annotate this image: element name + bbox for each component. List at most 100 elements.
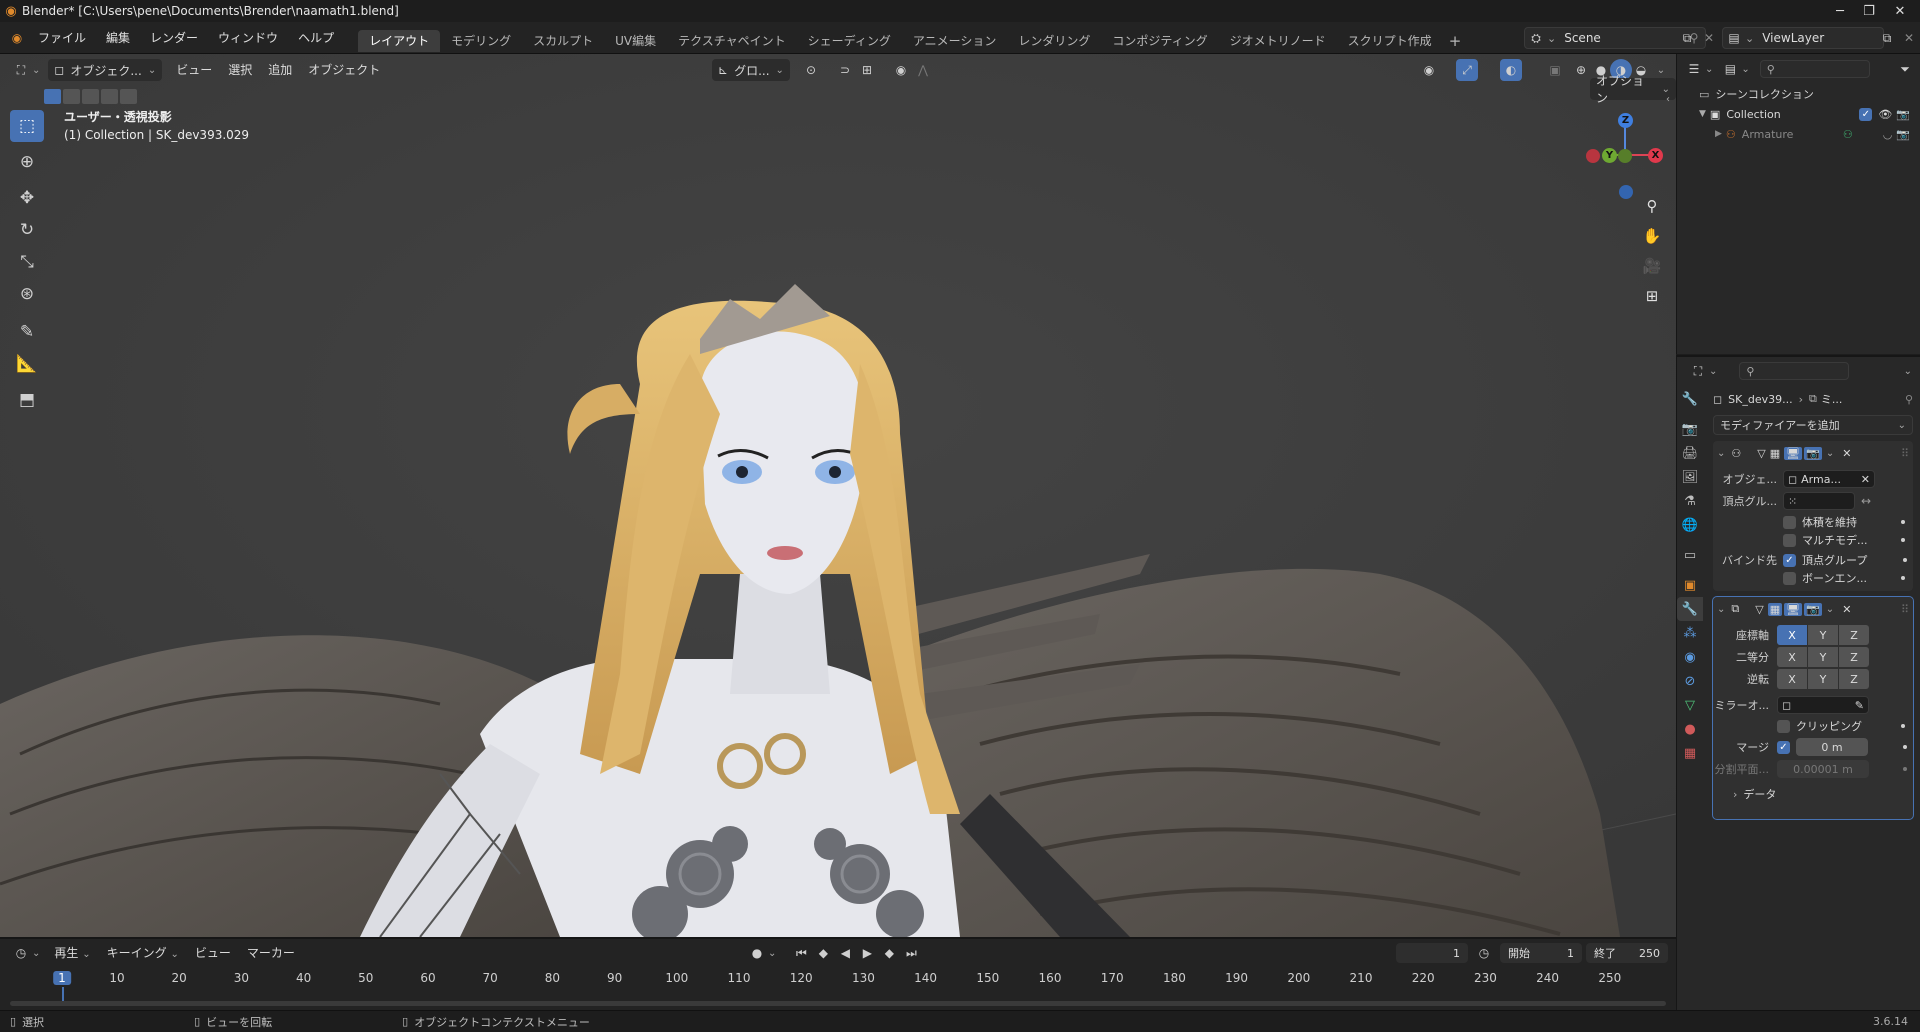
preserve-volume-checkbox[interactable] xyxy=(1783,515,1796,529)
invert-icon[interactable]: ↔ xyxy=(1861,494,1871,508)
navigation-gizmo[interactable]: Z X Y xyxy=(1580,110,1670,200)
viewport-toggle-icon[interactable]: 🖥 xyxy=(1784,446,1803,460)
timeline-scrollbar[interactable] xyxy=(10,1001,1666,1006)
display-mode-icon[interactable]: ▤ xyxy=(1719,58,1741,80)
current-frame-indicator[interactable]: 1 xyxy=(53,971,71,985)
falloff-icon[interactable]: ⋀ xyxy=(912,59,934,81)
new-scene-icon[interactable]: ⧉ xyxy=(1676,27,1698,49)
outliner-search-input[interactable]: ⚲ xyxy=(1759,60,1870,78)
tab-modeling[interactable]: モデリング xyxy=(440,30,522,52)
cage-toggle-icon[interactable]: ▦ xyxy=(1770,447,1780,460)
material-tab-icon[interactable]: ● xyxy=(1677,717,1703,741)
camera-view-icon[interactable]: 🎥 xyxy=(1638,252,1666,280)
scene-tab-icon[interactable]: ⚗ xyxy=(1677,489,1703,513)
select-new-icon[interactable] xyxy=(44,88,61,104)
breadcrumb-object[interactable]: SK_dev39... xyxy=(1728,393,1792,406)
annotate-tool-icon[interactable]: ✎ xyxy=(10,316,44,348)
breadcrumb-modifier[interactable]: ミ... xyxy=(1821,391,1843,407)
select-intersect-icon[interactable] xyxy=(120,88,137,104)
bisect-z-toggle[interactable]: Z xyxy=(1839,647,1869,667)
properties-editor-icon[interactable]: ⛶ xyxy=(1687,360,1709,382)
select-invert-icon[interactable] xyxy=(101,88,118,104)
gizmo-x-axis[interactable]: X xyxy=(1648,148,1663,163)
move-tool-icon[interactable]: ✥ xyxy=(10,182,44,214)
delete-view-layer-icon[interactable]: ✕ xyxy=(1898,27,1920,49)
axis-z-toggle[interactable]: Z xyxy=(1839,625,1869,645)
merge-checkbox[interactable]: ✓ xyxy=(1777,740,1790,754)
overlay-toggle-icon[interactable]: ◐ xyxy=(1500,59,1522,81)
drag-handle-icon[interactable]: ⠿ xyxy=(1901,603,1909,616)
keyframe-dot-icon[interactable] xyxy=(1903,745,1907,749)
object-tab-icon[interactable]: ▣ xyxy=(1677,573,1703,597)
zoom-icon[interactable]: ⚲ xyxy=(1638,192,1666,220)
menu-render[interactable]: レンダー xyxy=(140,26,208,50)
tab-shading[interactable]: シェーディング xyxy=(797,30,902,52)
drag-handle-icon[interactable]: ⠿ xyxy=(1901,447,1909,460)
cursor-tool-icon[interactable]: ⊕ xyxy=(10,146,44,178)
hidden-eye-icon[interactable]: ◡ xyxy=(1883,128,1893,141)
tree-row-collection[interactable]: ▼ ▣ Collection ✓ 👁 📷 xyxy=(1699,104,1920,124)
sidebar-toggle-icon[interactable]: ‹ xyxy=(1666,94,1670,105)
proportional-edit-icon[interactable]: ◉ xyxy=(890,59,912,81)
delete-scene-icon[interactable]: ✕ xyxy=(1698,27,1720,49)
blender-menu-icon[interactable]: ◉ xyxy=(6,27,28,49)
measure-tool-icon[interactable]: 📐 xyxy=(10,348,44,380)
tab-scripting[interactable]: スクリプト作成 xyxy=(1337,30,1443,52)
pan-hand-icon[interactable]: ✋ xyxy=(1638,222,1666,250)
modifier-tab-icon[interactable]: 🔧 xyxy=(1677,597,1703,621)
options-chevron-icon[interactable]: ⌄ xyxy=(1904,366,1912,377)
tab-texture-paint[interactable]: テクスチャペイント xyxy=(667,30,797,52)
clear-field-icon[interactable]: ✕ xyxy=(1861,473,1870,486)
outliner-editor-icon[interactable]: ☰ xyxy=(1683,58,1705,80)
menu-view[interactable]: ビュー xyxy=(168,59,220,81)
bisect-x-toggle[interactable]: X xyxy=(1777,647,1807,667)
add-cube-tool-icon[interactable]: ⬒ xyxy=(10,384,44,416)
properties-search-input[interactable]: ⚲ xyxy=(1739,362,1850,380)
remove-modifier-icon[interactable]: ✕ xyxy=(1842,447,1851,460)
armature-object-field[interactable]: ◻ Arma... ✕ xyxy=(1783,470,1875,488)
axis-x-toggle[interactable]: X xyxy=(1777,625,1807,645)
xray-icon[interactable]: ▣ xyxy=(1544,59,1566,81)
clipping-checkbox[interactable] xyxy=(1777,719,1790,733)
data-tab-icon[interactable]: ▽ xyxy=(1677,693,1703,717)
tab-sculpt[interactable]: スカルプト xyxy=(522,30,604,52)
frame-ruler[interactable]: 1 10 20 30 40 50 60 70 80 90 100 110 120 130 140 150 160… xyxy=(0,939,1676,1009)
expand-chevron-icon[interactable]: › xyxy=(1733,788,1737,801)
mirror-object-field[interactable]: ◻ ✎ xyxy=(1777,696,1869,714)
transform-orientation[interactable]: ⊾ グロ... ⌄ xyxy=(712,59,790,81)
render-tab-icon[interactable]: 📷 xyxy=(1677,417,1703,441)
gizmo-neg-y[interactable] xyxy=(1618,149,1632,163)
tab-layout[interactable]: レイアウト xyxy=(358,29,441,52)
tab-uv-editing[interactable]: UV編集 xyxy=(604,30,667,52)
constraints-tab-icon[interactable]: ⊘ xyxy=(1677,669,1703,693)
scale-tool-icon[interactable]: ⤡ xyxy=(10,246,44,278)
menu-select[interactable]: 選択 xyxy=(220,59,260,81)
menu-edit[interactable]: 編集 xyxy=(96,26,140,50)
view-layer-selector[interactable]: ▤ ⌄ ViewLayer xyxy=(1722,27,1884,49)
edit-mode-toggle-icon[interactable]: ▽ xyxy=(1755,603,1763,616)
transform-tool-icon[interactable]: ⊛ xyxy=(10,278,44,310)
multi-modifier-checkbox[interactable] xyxy=(1783,533,1796,547)
physics-tab-icon[interactable]: ◉ xyxy=(1677,645,1703,669)
3d-viewport[interactable]: ⛶ ⌄ ◻ オブジェク... ⌄ ビュー 選択 追加 オブジェクト ⊾ グロ..… xyxy=(0,54,1676,937)
menu-window[interactable]: ウィンドウ xyxy=(208,26,288,50)
select-extend-icon[interactable] xyxy=(63,88,80,104)
add-modifier-dropdown[interactable]: モディファイアーを追加 ⌄ xyxy=(1713,415,1913,435)
menu-help[interactable]: ヘルプ xyxy=(288,26,344,50)
editor-type-icon[interactable]: ⛶ xyxy=(10,59,32,81)
tab-animation[interactable]: アニメーション xyxy=(902,30,1008,52)
exclude-checkbox[interactable]: ✓ xyxy=(1859,107,1873,121)
snap-target-icon[interactable]: ⊞ xyxy=(856,59,878,81)
edit-mode-toggle-icon[interactable]: ▽ xyxy=(1757,447,1765,460)
tool-tab-icon[interactable]: 🔧 xyxy=(1677,387,1703,411)
tree-row-armature[interactable]: ▶ ⚇ Armature ⚇ ◡ 📷 xyxy=(1699,124,1920,144)
output-tab-icon[interactable]: 🖨 xyxy=(1677,441,1703,465)
expand-arrow-icon[interactable]: ▼ xyxy=(1699,109,1706,119)
visibility-icon[interactable]: ◉ xyxy=(1418,59,1440,81)
particles-tab-icon[interactable]: ⁂ xyxy=(1677,621,1703,645)
merge-distance-field[interactable]: 0 m xyxy=(1796,738,1868,756)
gizmo-z-axis[interactable]: Z xyxy=(1618,113,1633,128)
vertex-groups-checkbox[interactable]: ✓ xyxy=(1783,553,1796,567)
keyframe-dot-icon[interactable] xyxy=(1901,538,1905,542)
eye-icon[interactable]: 👁 xyxy=(1878,108,1892,121)
